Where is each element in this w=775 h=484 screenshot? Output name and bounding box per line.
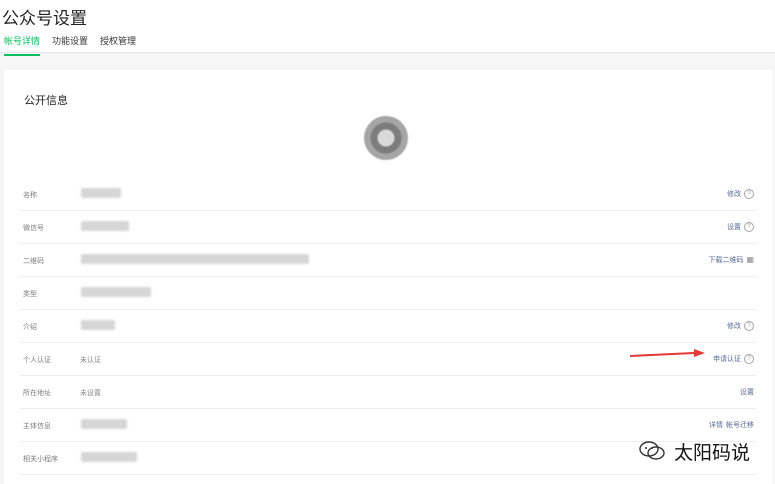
blurred-value xyxy=(81,254,309,264)
row-label: 二维码 xyxy=(23,258,44,265)
row-personal-verification: 个人认证 未认证 申请认证 ? xyxy=(20,343,756,376)
help-icon[interactable]: ? xyxy=(744,354,754,364)
row-label: 类型 xyxy=(23,291,37,298)
tab-bar: 帐号详情 功能设置 授权管理 xyxy=(4,34,136,56)
row-actions: 修改 ? xyxy=(727,321,754,331)
row-wechat-id: 微信号 设置 ? xyxy=(20,211,756,244)
help-icon[interactable]: ? xyxy=(744,222,754,232)
blurred-value xyxy=(81,419,127,429)
row-label: 名称 xyxy=(23,192,37,199)
tab-authorization-management[interactable]: 授权管理 xyxy=(100,34,136,52)
edit-name-link[interactable]: 修改 xyxy=(727,189,741,199)
apply-verification-link[interactable]: 申请认证 xyxy=(713,354,741,364)
row-actions: 修改 ? xyxy=(727,189,754,199)
row-label: 微信号 xyxy=(23,225,44,232)
set-address-link[interactable]: 设置 xyxy=(740,387,754,397)
qrcode-icon[interactable]: ▦ xyxy=(746,256,754,264)
red-arrow-annotation xyxy=(630,349,705,357)
help-icon[interactable]: ? xyxy=(744,321,754,331)
row-type: 类型 xyxy=(20,277,756,310)
set-wechat-id-link[interactable]: 设置 xyxy=(727,222,741,232)
row-actions: 设置 ? xyxy=(727,222,754,232)
blurred-value xyxy=(81,188,121,198)
row-name: 名称 修改 ? xyxy=(20,178,756,211)
info-rows: 名称 修改 ? 微信号 设置 ? 二维码 下载二维码 ▦ 类型 介绍 修改 ? … xyxy=(20,178,756,475)
blurred-value xyxy=(81,452,137,462)
row-label: 介绍 xyxy=(23,324,37,331)
blurred-value xyxy=(81,221,129,231)
download-qrcode-link[interactable]: 下载二维码 xyxy=(708,255,743,265)
row-actions: 下载二维码 ▦ xyxy=(708,255,754,265)
row-label: 所在地址 xyxy=(23,390,51,397)
row-label: 相关小程序 xyxy=(23,456,58,463)
wechat-logo-icon xyxy=(639,441,665,460)
watermark: 太阳码说 xyxy=(638,436,768,466)
account-migration-link[interactable]: 帐号迁移 xyxy=(726,420,754,430)
edit-introduction-link[interactable]: 修改 xyxy=(727,321,741,331)
row-label: 主体信息 xyxy=(23,423,51,430)
row-introduction: 介绍 修改 ? xyxy=(20,310,756,343)
blurred-value xyxy=(81,320,115,330)
avatar[interactable] xyxy=(364,116,408,160)
row-actions: 设置 xyxy=(740,387,754,397)
row-address: 所在地址 未设置 设置 xyxy=(20,376,756,409)
page-title: 公众号设置 xyxy=(2,9,87,28)
row-actions: 详情 帐号迁移 xyxy=(709,420,754,430)
verification-status: 未认证 xyxy=(80,357,101,364)
row-qrcode: 二维码 下载二维码 ▦ xyxy=(20,244,756,277)
tab-function-settings[interactable]: 功能设置 xyxy=(52,34,88,52)
section-title: 公开信息 xyxy=(24,95,68,107)
row-actions: 申请认证 ? xyxy=(713,354,754,364)
top-bar: 公众号设置 帐号详情 功能设置 授权管理 xyxy=(0,0,775,56)
blurred-value xyxy=(81,287,151,297)
row-label: 个人认证 xyxy=(23,357,51,364)
settings-panel: 公开信息 名称 修改 ? 微信号 设置 ? 二维码 下载二维码 ▦ 类型 介绍 … xyxy=(4,70,772,484)
entity-details-link[interactable]: 详情 xyxy=(709,420,723,430)
address-value: 未设置 xyxy=(80,390,101,397)
watermark-text: 太阳码说 xyxy=(674,442,751,464)
tab-account-details[interactable]: 帐号详情 xyxy=(4,34,41,56)
help-icon[interactable]: ? xyxy=(744,189,754,199)
